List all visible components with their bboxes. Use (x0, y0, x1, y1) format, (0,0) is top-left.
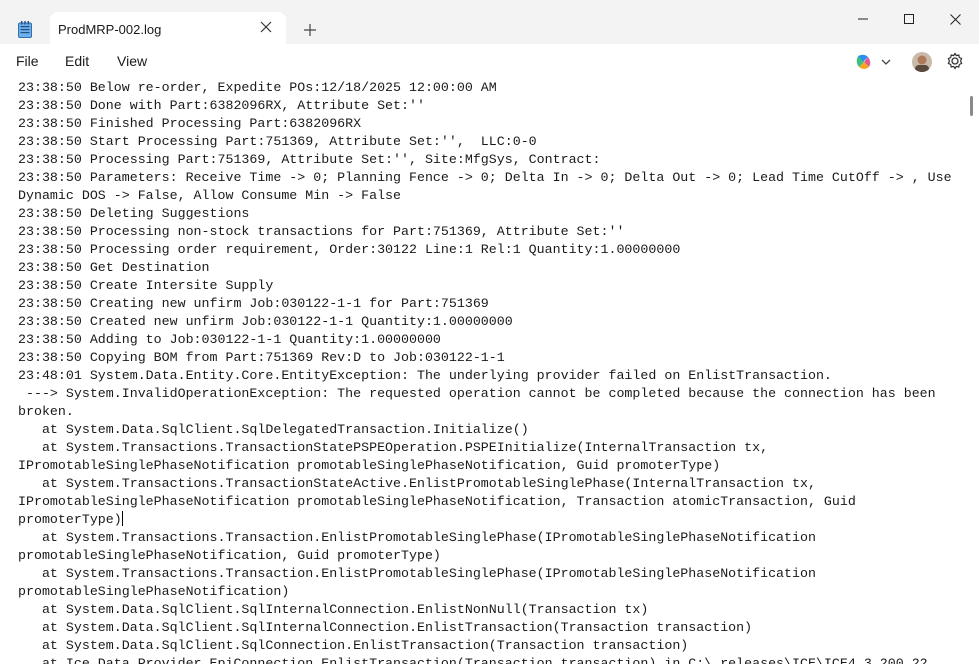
log-line: 23:38:50 Create Intersite Supply (18, 278, 274, 293)
log-line: ---> System.InvalidOperationException: T… (18, 386, 936, 401)
log-text: 23:38:50 Below re-order, Expedite POs:12… (18, 80, 963, 664)
new-tab-button[interactable] (298, 18, 322, 42)
log-line: promotableSinglePhaseNotification) (18, 584, 290, 599)
log-line: 23:38:50 Below re-order, Expedite POs:12… (18, 80, 497, 95)
avatar[interactable] (912, 52, 932, 72)
log-line: 23:38:50 Start Processing Part:751369, A… (18, 134, 537, 149)
text-editor[interactable]: 23:38:50 Below re-order, Expedite POs:12… (0, 80, 979, 664)
log-line: 23:38:50 Adding to Job:030122-1-1 Quanti… (18, 332, 441, 347)
maximize-button[interactable] (886, 8, 932, 30)
log-line: promotableSinglePhaseNotification, Guid … (18, 548, 441, 563)
log-line: 23:38:50 Processing Part:751369, Attribu… (18, 152, 601, 167)
log-line: 23:38:50 Creating new unfirm Job:030122-… (18, 296, 489, 311)
close-window-button[interactable] (932, 8, 978, 30)
log-line: at System.Transactions.Transaction.Enlis… (18, 530, 816, 545)
log-line: 23:48:01 System.Data.Entity.Core.EntityE… (18, 368, 832, 383)
close-tab-icon[interactable] (256, 17, 276, 37)
log-line: 23:38:50 Processing order requirement, O… (18, 242, 681, 257)
menu-bar: File Edit View (0, 44, 979, 80)
log-line: 23:38:50 Parameters: Receive Time -> 0; … (18, 170, 952, 185)
log-line: at System.Data.SqlClient.SqlInternalConn… (18, 620, 753, 635)
copilot-icon[interactable] (855, 53, 873, 71)
text-caret (121, 511, 123, 526)
log-line: at System.Transactions.TransactionStateA… (18, 476, 816, 491)
log-line: at System.Transactions.Transaction.Enlis… (18, 566, 816, 581)
title-bar[interactable]: ProdMRP-002.log (0, 0, 979, 44)
log-line: at System.Data.SqlClient.SqlInternalConn… (18, 602, 649, 617)
plus-icon (304, 24, 316, 36)
log-line: at System.Data.SqlClient.SqlConnection.E… (18, 638, 689, 653)
log-line: 23:38:50 Created new unfirm Job:030122-1… (18, 314, 513, 329)
close-icon (949, 13, 961, 25)
log-line: at System.Data.SqlClient.SqlDelegatedTra… (18, 422, 529, 437)
chevron-down-icon[interactable] (880, 56, 892, 68)
maximize-icon (904, 14, 914, 24)
log-line: IPromotableSinglePhaseNotification promo… (18, 458, 721, 473)
log-line: 23:38:50 Processing non-stock transactio… (18, 224, 625, 239)
log-line: at Ice.Data.Provider.EpiConnection.Enlis… (18, 656, 928, 664)
notepad-icon (18, 21, 32, 38)
log-line: at System.Transactions.TransactionStateP… (18, 440, 769, 455)
menu-edit[interactable]: Edit (65, 53, 89, 69)
log-line: 23:38:50 Done with Part:6382096RX, Attri… (18, 98, 425, 113)
log-line: broken. (18, 404, 74, 419)
menu-file[interactable]: File (16, 53, 39, 69)
minimize-button[interactable] (840, 8, 886, 30)
vertical-scrollbar[interactable] (970, 96, 973, 116)
gear-icon[interactable] (946, 52, 964, 70)
menu-view[interactable]: View (117, 53, 147, 69)
notepad-window: ProdMRP-002.log File Edit View 23:38:50 … (0, 0, 979, 664)
log-line: 23:38:50 Copying BOM from Part:751369 Re… (18, 350, 505, 365)
log-line: Dynamic DOS -> False, Allow Consume Min … (18, 188, 402, 203)
minimize-icon (858, 18, 868, 20)
log-line: 23:38:50 Get Destination (18, 260, 210, 275)
tab-prodmrp-log[interactable]: ProdMRP-002.log (50, 12, 286, 44)
log-line: IPromotableSinglePhaseNotification promo… (18, 494, 856, 509)
log-line: 23:38:50 Finished Processing Part:638209… (18, 116, 362, 131)
tab-title: ProdMRP-002.log (58, 22, 162, 37)
log-line: promoterType) (18, 511, 123, 527)
log-line: 23:38:50 Deleting Suggestions (18, 206, 250, 221)
